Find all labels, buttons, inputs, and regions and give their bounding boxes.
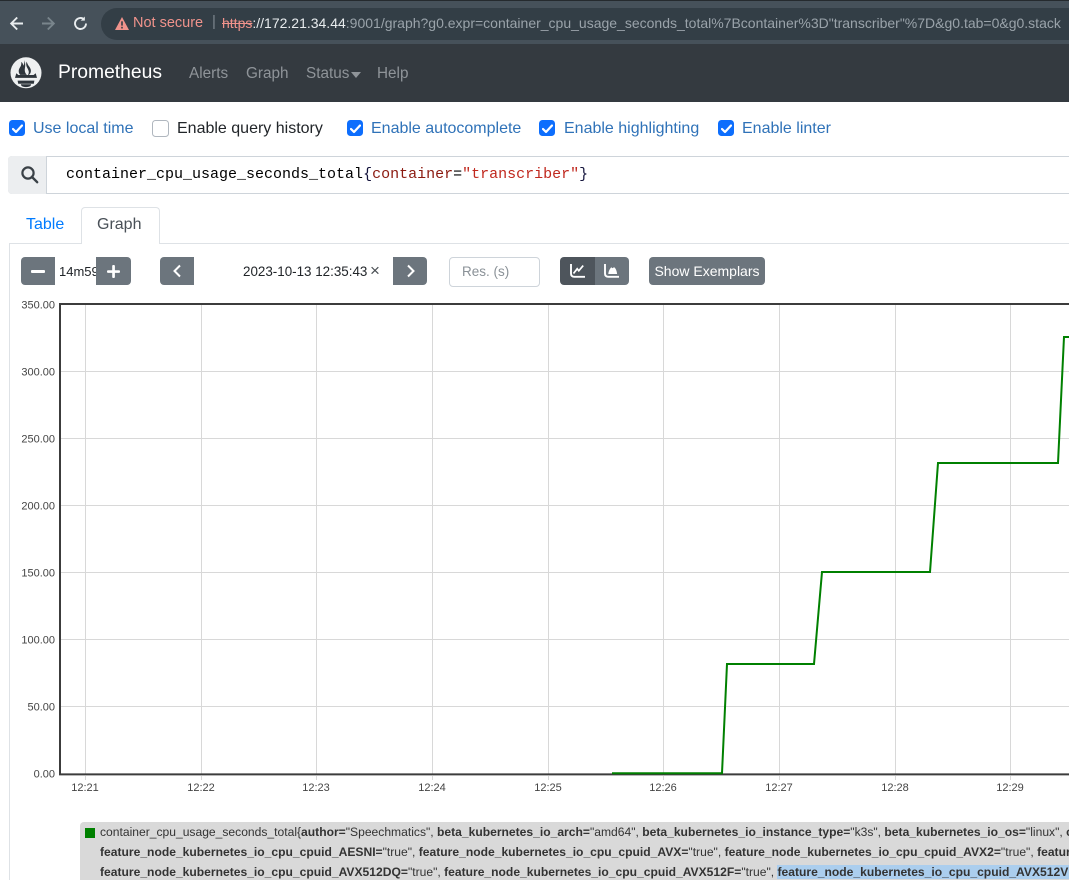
svg-text:250.00: 250.00 (21, 434, 55, 446)
svg-text:350.00: 350.00 (21, 300, 55, 312)
svg-text:12:21: 12:21 (71, 782, 99, 794)
svg-text:12:26: 12:26 (649, 782, 677, 794)
svg-text:12:22: 12:22 (187, 782, 215, 794)
svg-text:200.00: 200.00 (21, 501, 55, 513)
svg-text:12:27: 12:27 (765, 782, 793, 794)
svg-text:12:23: 12:23 (302, 782, 330, 794)
svg-text:12:24: 12:24 (418, 782, 446, 794)
svg-text:150.00: 150.00 (21, 568, 55, 580)
svg-text:100.00: 100.00 (21, 635, 55, 647)
svg-text:300.00: 300.00 (21, 367, 55, 379)
svg-text:12:25: 12:25 (534, 782, 562, 794)
svg-text:12:29: 12:29 (996, 782, 1024, 794)
svg-text:0.00: 0.00 (34, 769, 55, 781)
svg-text:12:28: 12:28 (881, 782, 909, 794)
svg-text:50.00: 50.00 (27, 702, 55, 714)
